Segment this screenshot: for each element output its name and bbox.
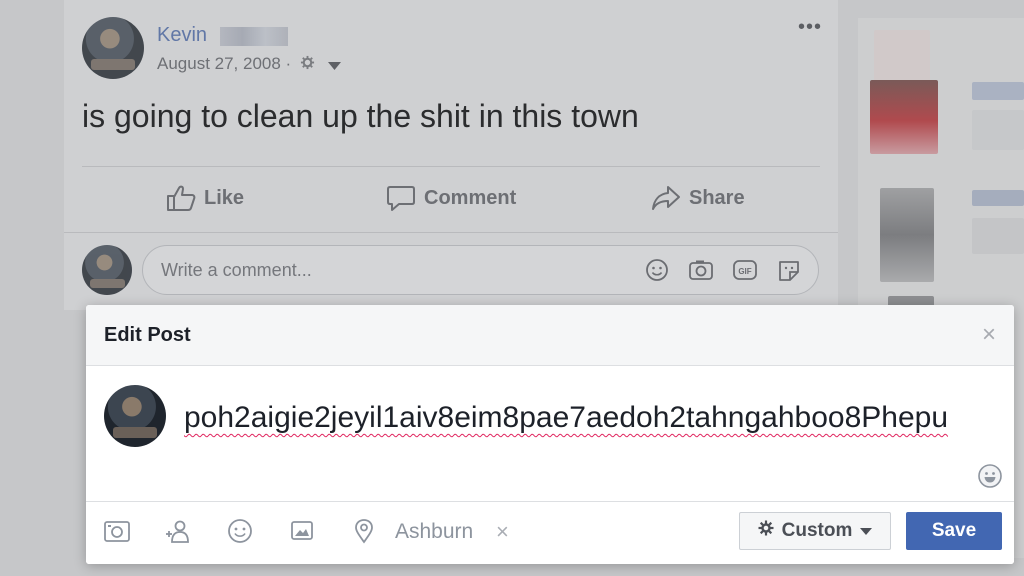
edit-post-dialog: Edit Post × poh2aigie2jeyil1aiv8eim8pae7… [86, 305, 1014, 564]
composer-avatar [104, 385, 166, 447]
svg-text:GIF: GIF [738, 267, 751, 276]
sidebar-blur-line [972, 110, 1024, 150]
sticker-image-icon[interactable] [288, 518, 316, 549]
location-label[interactable]: Ashburn [395, 520, 473, 544]
post-author-avatar[interactable] [82, 17, 144, 79]
location-pin-icon[interactable] [350, 518, 378, 549]
post-text: is going to clean up the shit in this to… [82, 98, 639, 134]
post-date-text: August 27, 2008 · [157, 54, 292, 73]
camera-icon[interactable] [688, 258, 714, 282]
speech-bubble-icon [386, 184, 416, 212]
share-arrow-icon [651, 184, 681, 212]
composer-area: poh2aigie2jeyil1aiv8eim8pae7aedoh2tahnga… [86, 366, 1014, 501]
comment-button[interactable]: Comment [386, 184, 516, 212]
chevron-down-icon [860, 520, 873, 542]
feeling-emoji-icon[interactable] [226, 518, 254, 549]
share-button[interactable]: Share [651, 184, 745, 212]
comment-placeholder: Write a comment... [161, 259, 312, 280]
dialog-title: Edit Post [104, 323, 191, 346]
privacy-label: Custom [781, 520, 853, 541]
sidebar-blur-line [972, 190, 1024, 206]
commenter-avatar [82, 245, 132, 295]
dialog-footer: Ashburn × Custom Save [86, 501, 1014, 564]
post-divider [82, 166, 820, 167]
comment-area-divider [64, 232, 838, 233]
like-button[interactable]: Like [166, 184, 244, 212]
composer-textbox[interactable]: poh2aigie2jeyil1aiv8eim8pae7aedoh2tahnga… [184, 396, 974, 440]
gif-icon[interactable]: GIF [732, 258, 758, 282]
emoji-picker-icon[interactable] [977, 463, 1003, 494]
thumbs-up-icon [166, 184, 196, 212]
audience-dropdown-icon[interactable] [327, 55, 341, 75]
remove-location-icon[interactable]: × [496, 519, 509, 545]
close-icon[interactable]: × [982, 323, 996, 347]
sticker-icon[interactable] [776, 258, 802, 282]
gear-icon [758, 520, 774, 542]
author-surname-redacted [220, 27, 288, 46]
tag-friends-icon[interactable] [164, 518, 192, 549]
like-label: Like [204, 186, 245, 209]
sidebar-blur-line [972, 218, 1024, 254]
emoji-icon[interactable] [644, 258, 670, 282]
save-button[interactable]: Save [906, 512, 1002, 550]
privacy-gear-icon [300, 55, 315, 75]
share-label: Share [689, 186, 745, 209]
privacy-selector-button[interactable]: Custom [739, 512, 891, 550]
comment-tools: GIF [644, 258, 802, 282]
post-options-button[interactable]: ••• [798, 16, 822, 39]
comment-input[interactable]: Write a comment... GIF [142, 245, 819, 295]
dialog-header: Edit Post × [86, 305, 1014, 366]
post-date[interactable]: August 27, 2008 · [157, 54, 341, 75]
sidebar-blur-image [880, 188, 934, 282]
sidebar-blur-line [972, 82, 1024, 100]
comment-label: Comment [424, 186, 517, 209]
photo-video-icon[interactable] [103, 518, 131, 549]
sidebar-blur-image [870, 80, 938, 154]
post-author-name[interactable]: Kevin [157, 24, 207, 47]
